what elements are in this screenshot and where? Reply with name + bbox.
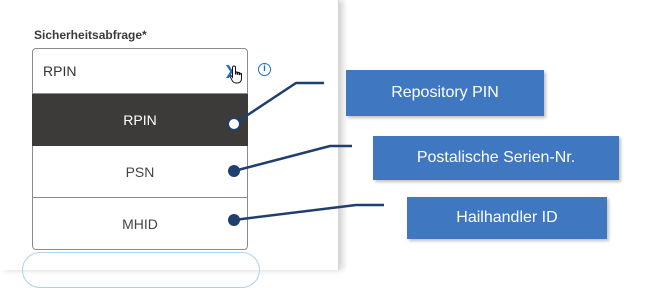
callout-repository-pin: Repository PIN xyxy=(346,70,544,116)
field-label: Sicherheitsabfrage* xyxy=(34,28,147,42)
hand-pointer-icon xyxy=(229,65,245,90)
form-panel: Sicherheitsabfrage* RPIN ❯ i RPIN PSN MH… xyxy=(0,0,339,288)
selected-value: RPIN xyxy=(43,63,77,79)
option-mhid[interactable]: MHID xyxy=(32,198,248,250)
option-rpin[interactable]: RPIN xyxy=(32,94,248,146)
info-icon[interactable]: i xyxy=(258,63,271,76)
security-question-select[interactable]: RPIN ❯ xyxy=(32,48,248,94)
option-psn[interactable]: PSN xyxy=(32,146,248,198)
callout-postalische-serien-nr: Postalische Serien-Nr. xyxy=(373,136,619,180)
submit-button[interactable] xyxy=(22,252,260,288)
callout-hailhandler-id: Hailhandler ID xyxy=(407,197,607,239)
